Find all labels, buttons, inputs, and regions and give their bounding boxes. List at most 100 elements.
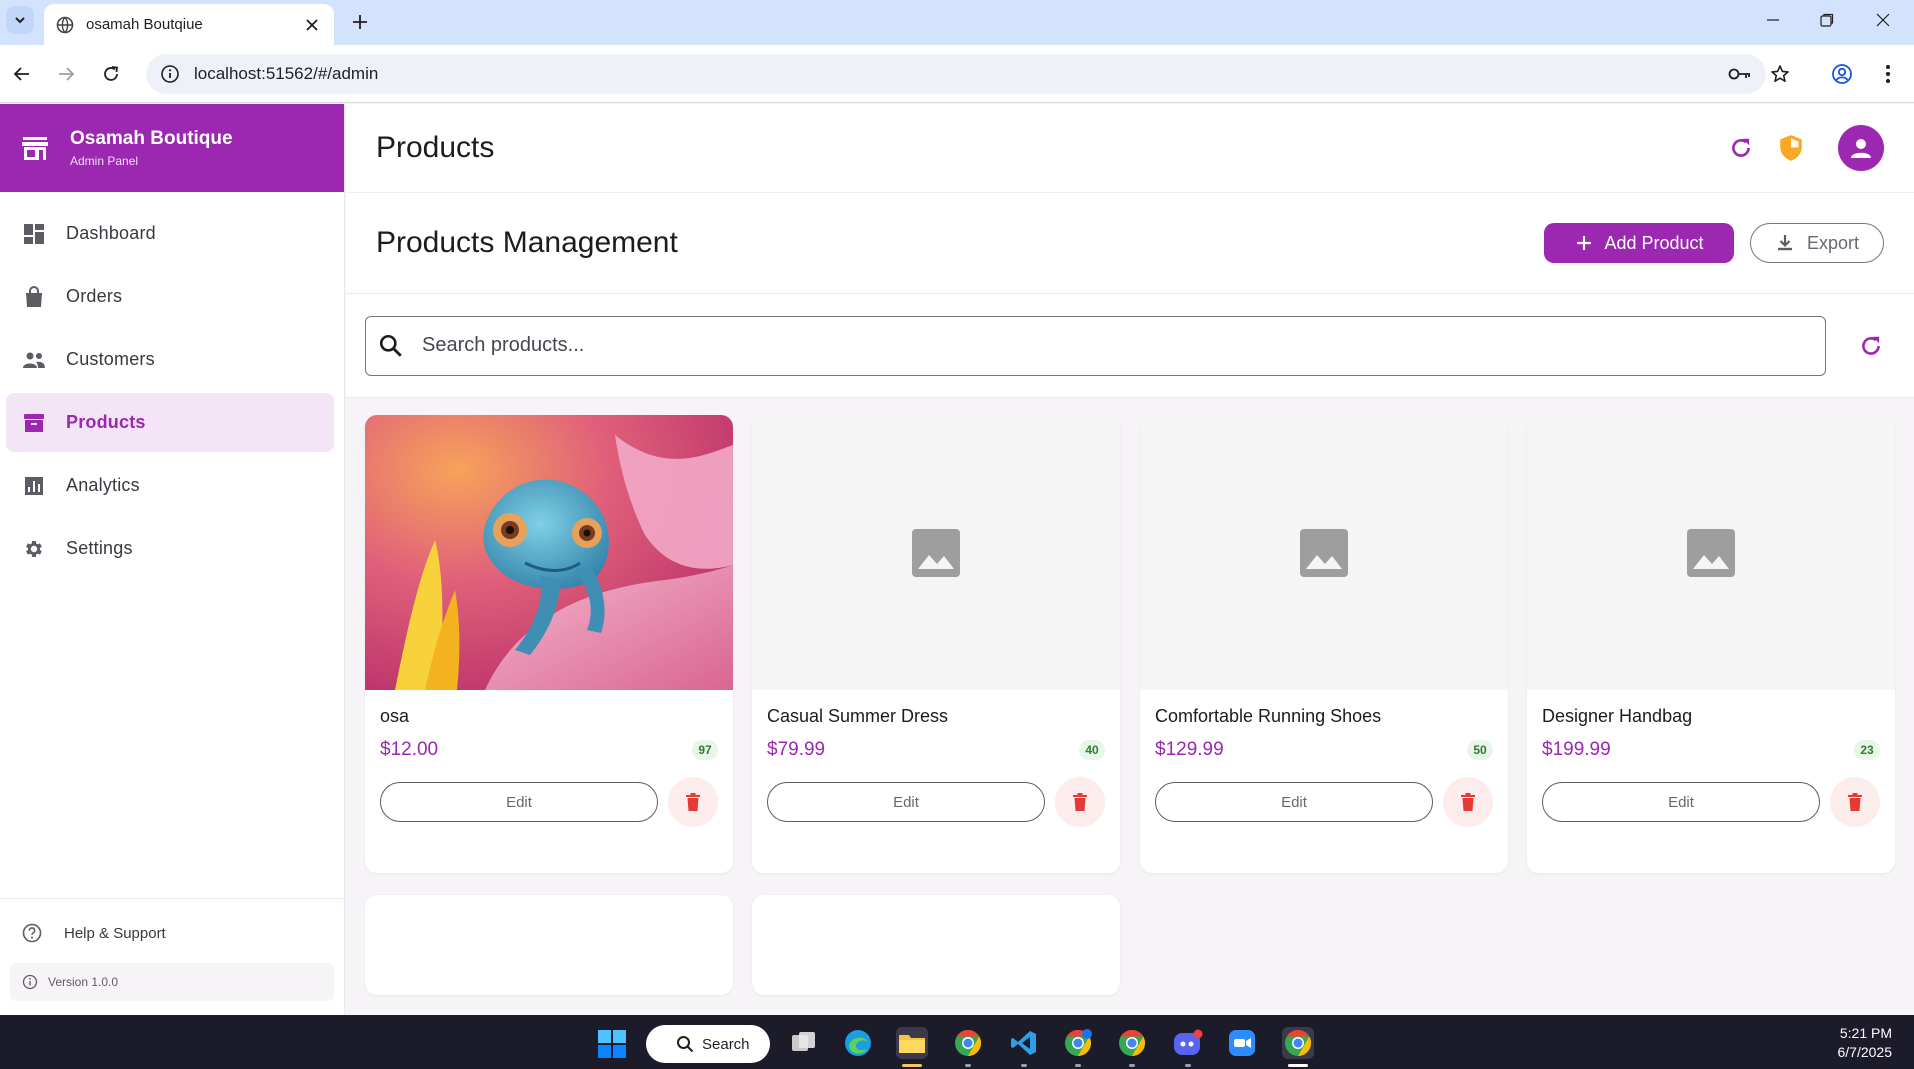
sidebar-item-label: Dashboard bbox=[66, 223, 156, 243]
help-icon bbox=[22, 923, 42, 943]
reload-button[interactable] bbox=[97, 60, 125, 88]
forward-button[interactable] bbox=[52, 60, 80, 88]
task-view-icon[interactable] bbox=[788, 1027, 820, 1059]
restore-button[interactable] bbox=[1804, 6, 1850, 34]
tab-title: osamah Boutqiue bbox=[86, 16, 203, 33]
sidebar-item-label: Orders bbox=[66, 286, 123, 306]
page-title: Products bbox=[376, 131, 495, 164]
edit-button[interactable]: Edit bbox=[380, 782, 658, 822]
chrome-icon-2[interactable] bbox=[1116, 1027, 1148, 1067]
search-field[interactable] bbox=[365, 315, 1826, 376]
star-icon bbox=[1771, 65, 1789, 82]
sidebar-item-label: Analytics bbox=[66, 475, 140, 495]
download-icon bbox=[1777, 235, 1792, 251]
sidebar-item-dashboard[interactable]: Dashboard bbox=[6, 204, 334, 263]
sidebar-item-products[interactable]: Products bbox=[6, 393, 334, 452]
product-image-placeholder[interactable] bbox=[752, 415, 1120, 690]
add-product-button[interactable]: Add Product bbox=[1544, 223, 1734, 263]
tab-close-button[interactable] bbox=[302, 15, 322, 35]
discord-icon[interactable] bbox=[1172, 1027, 1204, 1067]
product-image[interactable] bbox=[365, 415, 733, 690]
profile-button[interactable] bbox=[1826, 54, 1858, 94]
product-price-row: $79.99 40 bbox=[767, 739, 1105, 761]
plus-icon bbox=[353, 15, 367, 29]
search-input[interactable] bbox=[422, 334, 1802, 357]
password-key-button[interactable] bbox=[1724, 54, 1756, 94]
file-explorer-icon[interactable] bbox=[896, 1027, 928, 1067]
sidebar-item-label: Settings bbox=[66, 538, 133, 558]
stock-badge: 40 bbox=[1079, 740, 1105, 760]
product-card: Casual Summer Dress $79.99 40 Edit bbox=[752, 415, 1120, 873]
store-icon bbox=[22, 137, 48, 160]
chrome-active-icon[interactable] bbox=[1282, 1027, 1314, 1067]
brand-header: Osamah Boutique Admin Panel bbox=[0, 104, 344, 192]
delete-button[interactable] bbox=[1830, 777, 1880, 827]
more-vertical-icon bbox=[1886, 65, 1890, 83]
brand-subtitle: Admin Panel bbox=[70, 154, 139, 168]
product-image-placeholder[interactable] bbox=[1527, 415, 1895, 690]
tab-search-button[interactable] bbox=[6, 6, 34, 34]
image-placeholder-icon bbox=[1300, 528, 1348, 577]
vscode-icon[interactable] bbox=[1008, 1027, 1040, 1067]
taskbar-search[interactable]: Search bbox=[646, 1025, 770, 1063]
new-tab-button[interactable] bbox=[346, 8, 374, 36]
gear-icon bbox=[22, 537, 46, 561]
back-button[interactable] bbox=[8, 60, 36, 88]
close-window-button[interactable] bbox=[1860, 6, 1906, 34]
bookmark-star-button[interactable] bbox=[1764, 54, 1796, 94]
brand-name: Osamah Boutique bbox=[70, 128, 233, 149]
product-card-body: Casual Summer Dress $79.99 40 Edit bbox=[752, 690, 1120, 827]
product-price: $79.99 bbox=[767, 739, 826, 760]
version-label: Version 1.0.0 bbox=[48, 975, 119, 989]
export-button[interactable]: Export bbox=[1750, 223, 1884, 263]
avatar[interactable] bbox=[1838, 125, 1884, 171]
trash-icon bbox=[1073, 793, 1087, 811]
search-refresh-button[interactable] bbox=[1846, 321, 1896, 371]
help-support-link[interactable]: Help & Support bbox=[10, 913, 334, 953]
taskbar: Search 5:21 PM 6/7/2025 bbox=[0, 1015, 1914, 1069]
sidebar-item-label: Products bbox=[66, 412, 146, 432]
product-actions: Edit bbox=[1542, 777, 1880, 827]
sidebar-item-orders[interactable]: Orders bbox=[6, 267, 334, 326]
dashboard-icon bbox=[22, 222, 46, 246]
stock-badge: 50 bbox=[1467, 740, 1493, 760]
sidebar-item-analytics[interactable]: Analytics bbox=[6, 456, 334, 515]
chameleon-photo bbox=[365, 415, 733, 690]
edit-button[interactable]: Edit bbox=[767, 782, 1045, 822]
sidebar-item-settings[interactable]: Settings bbox=[6, 519, 334, 578]
minimize-button[interactable] bbox=[1750, 6, 1796, 34]
refresh-button[interactable] bbox=[1716, 123, 1766, 173]
stock-badge: 97 bbox=[692, 740, 718, 760]
search-icon bbox=[379, 334, 402, 357]
arrow-left-icon bbox=[13, 67, 29, 81]
edit-button[interactable]: Edit bbox=[1155, 782, 1433, 822]
people-icon bbox=[22, 348, 46, 372]
close-icon bbox=[306, 18, 318, 31]
delete-button[interactable] bbox=[668, 777, 718, 827]
app-bar: Products bbox=[346, 104, 1914, 192]
sidebar-item-customers[interactable]: Customers bbox=[6, 330, 334, 389]
browser-toolbar: localhost:51562/#/admin bbox=[0, 45, 1914, 103]
product-actions: Edit bbox=[380, 777, 718, 827]
windows-start-icon[interactable] bbox=[598, 1030, 626, 1058]
taskbar-clock[interactable]: 5:21 PM 6/7/2025 bbox=[1838, 1024, 1893, 1062]
product-actions: Edit bbox=[1155, 777, 1493, 827]
edge-browser-icon[interactable] bbox=[842, 1027, 874, 1059]
admin-shield-button[interactable] bbox=[1766, 123, 1816, 173]
product-price-row: $199.99 23 bbox=[1542, 739, 1880, 761]
browser-tab[interactable]: osamah Boutqiue bbox=[44, 4, 334, 45]
product-card: osa $12.00 97 Edit bbox=[365, 415, 733, 873]
product-image-placeholder[interactable] bbox=[1140, 415, 1508, 690]
key-icon bbox=[1728, 68, 1750, 80]
browser-menu-button[interactable] bbox=[1872, 54, 1904, 94]
edit-button[interactable]: Edit bbox=[1542, 782, 1820, 822]
delete-button[interactable] bbox=[1443, 777, 1493, 827]
zoom-icon[interactable] bbox=[1226, 1027, 1258, 1059]
chrome-icon[interactable] bbox=[952, 1027, 984, 1067]
delete-button[interactable] bbox=[1055, 777, 1105, 827]
reload-icon bbox=[104, 66, 118, 81]
product-card-body: osa $12.00 97 Edit bbox=[365, 690, 733, 827]
product-name: Comfortable Running Shoes bbox=[1155, 706, 1382, 726]
chrome-profile-icon[interactable] bbox=[1062, 1027, 1094, 1067]
address-bar[interactable]: localhost:51562/#/admin bbox=[146, 54, 1766, 94]
